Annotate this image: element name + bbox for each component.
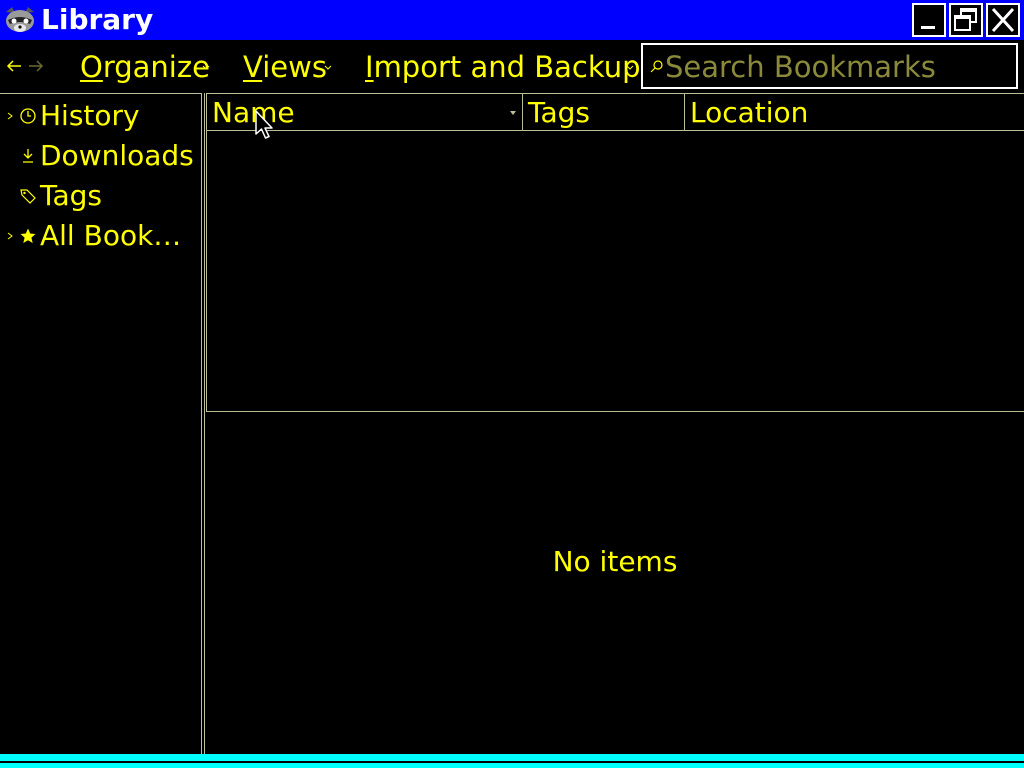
sidebar-item-label: Tags (40, 179, 102, 212)
empty-message: No items (552, 545, 678, 578)
mouse-cursor-icon (255, 110, 273, 139)
toolbar: Organize Views Import and Backup (0, 40, 1024, 92)
column-header-label: Tags (528, 96, 590, 129)
sidebar: History Downloads Tags All Book… (0, 93, 202, 754)
chevron-down-icon (626, 65, 634, 70)
title-bar[interactable]: Library (0, 0, 1024, 40)
views-menu-button[interactable]: Views (243, 49, 332, 85)
search-icon (650, 60, 663, 73)
status-strip (0, 754, 1024, 768)
search-box[interactable] (641, 43, 1018, 89)
column-header-label: Name (212, 96, 295, 129)
sort-descending-icon (510, 111, 516, 115)
views-label: iews (262, 50, 327, 84)
window-title: Library (41, 3, 154, 36)
search-input[interactable] (665, 50, 1011, 84)
arrow-right-icon[interactable] (26, 56, 46, 76)
column-header-location[interactable]: Location (685, 94, 1024, 131)
bookmarks-table[interactable]: Name Tags Location (206, 93, 1024, 412)
close-button[interactable] (986, 3, 1020, 37)
close-icon (991, 7, 1015, 33)
sidebar-item-history[interactable]: History (0, 96, 200, 136)
column-header-label: Location (690, 96, 809, 129)
sidebar-item-label: History (40, 99, 140, 132)
table-header: Name Tags Location (207, 93, 1024, 131)
chevron-down-icon (324, 65, 332, 70)
star-icon (20, 228, 36, 243)
import-label: mport and Backup (373, 50, 641, 84)
restore-button[interactable] (949, 3, 983, 37)
minimize-icon (921, 26, 935, 29)
chevron-right-icon[interactable] (6, 232, 14, 240)
minimize-button[interactable] (912, 3, 946, 37)
organize-menu-button[interactable]: Organize (80, 49, 210, 85)
restore-icon (954, 8, 977, 31)
chevron-right-icon[interactable] (6, 112, 14, 120)
organize-label: rganize (102, 50, 210, 84)
raccoon-icon (6, 7, 34, 32)
sidebar-item-label: All Book… (40, 219, 182, 252)
clock-icon (20, 108, 36, 124)
arrow-left-icon[interactable] (4, 56, 24, 76)
import-accesskey: I (365, 50, 374, 84)
download-icon (23, 149, 33, 163)
organize-accesskey: O (80, 50, 103, 84)
column-header-tags[interactable]: Tags (523, 94, 685, 131)
views-accesskey: V (243, 50, 263, 84)
details-pane: No items (206, 413, 1024, 754)
sidebar-item-all-bookmarks[interactable]: All Book… (0, 216, 200, 256)
sidebar-item-tags[interactable]: Tags (0, 176, 200, 216)
sidebar-item-downloads[interactable]: Downloads (0, 136, 200, 176)
tag-icon (20, 189, 36, 204)
import-backup-menu-button[interactable]: Import and Backup (365, 49, 641, 85)
chevron-down-icon (202, 65, 210, 70)
sidebar-item-label: Downloads (40, 139, 194, 172)
